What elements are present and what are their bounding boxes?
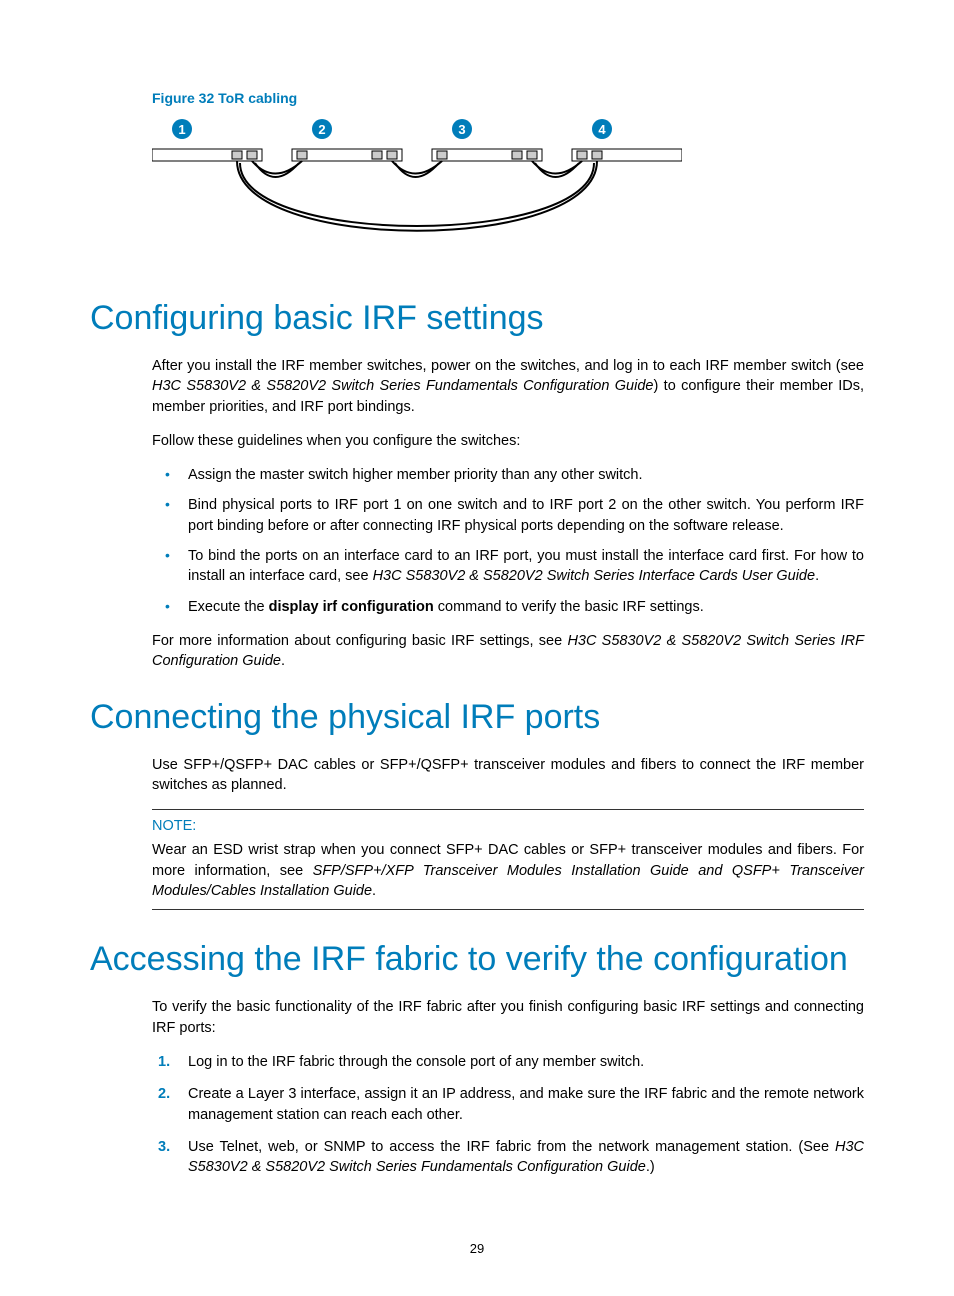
more-post: .	[281, 653, 285, 669]
list-item: Assign the master switch higher member p…	[152, 465, 864, 485]
step-text: Create a Layer 3 interface, assign it an…	[188, 1086, 864, 1122]
bullet-post: .	[815, 568, 819, 584]
list-item: Log in to the IRF fabric through the con…	[152, 1052, 864, 1072]
figure-caption: Figure 32 ToR cabling	[152, 90, 864, 106]
bullet-bold: display irf configuration	[269, 599, 434, 615]
note-text: Wear an ESD wrist strap when you connect…	[152, 840, 864, 901]
figure-tor-cabling: 1 2 3 4	[152, 114, 864, 239]
intro-paragraph: After you install the IRF member switche…	[152, 356, 864, 417]
list-item: Execute the display irf configuration co…	[152, 597, 864, 617]
step-post: .)	[646, 1159, 655, 1175]
note-post: .	[372, 883, 376, 899]
badge-4-icon: 4	[592, 119, 612, 139]
bullet-post: command to verify the basic IRF settings…	[434, 599, 704, 615]
badge-1-icon: 1	[172, 119, 192, 139]
heading-connecting-physical-irf-ports: Connecting the physical IRF ports	[90, 698, 864, 737]
use-paragraph: Use SFP+/QSFP+ DAC cables or SFP+/QSFP+ …	[152, 755, 864, 796]
guideline-list: Assign the master switch higher member p…	[152, 465, 864, 617]
note-label: NOTE:	[152, 816, 864, 836]
list-item: To bind the ports on an interface card t…	[152, 546, 864, 587]
badge-2-icon: 2	[312, 119, 332, 139]
follow-paragraph: Follow these guidelines when you configu…	[152, 431, 864, 451]
bullet-italic: H3C S5830V2 & S5820V2 Switch Series Inte…	[373, 568, 815, 584]
bullet-text: Bind physical ports to IRF port 1 on one…	[188, 497, 864, 533]
verify-steps: Log in to the IRF fabric through the con…	[152, 1052, 864, 1177]
list-item: Create a Layer 3 interface, assign it an…	[152, 1084, 864, 1125]
list-item: Bind physical ports to IRF port 1 on one…	[152, 495, 864, 536]
step-text: Use Telnet, web, or SNMP to access the I…	[188, 1139, 835, 1155]
step-text: Log in to the IRF fabric through the con…	[188, 1054, 644, 1070]
heading-configuring-basic-irf: Configuring basic IRF settings	[90, 299, 864, 338]
svg-text:4: 4	[598, 122, 606, 137]
verify-paragraph: To verify the basic functionality of the…	[152, 997, 864, 1038]
intro-italic: H3C S5830V2 & S5820V2 Switch Series Fund…	[152, 378, 653, 394]
heading-accessing-irf-fabric: Accessing the IRF fabric to verify the c…	[90, 940, 864, 979]
note-box: NOTE: Wear an ESD wrist strap when you c…	[152, 809, 864, 910]
list-item: Use Telnet, web, or SNMP to access the I…	[152, 1137, 864, 1178]
badge-3-icon: 3	[452, 119, 472, 139]
bullet-text: Execute the	[188, 599, 269, 615]
intro-pre: After you install the IRF member switche…	[152, 358, 864, 374]
svg-text:3: 3	[458, 122, 465, 137]
bullet-text: Assign the master switch higher member p…	[188, 467, 643, 483]
more-pre: For more information about configuring b…	[152, 633, 567, 649]
svg-text:2: 2	[318, 122, 325, 137]
more-info-paragraph: For more information about configuring b…	[152, 631, 864, 672]
svg-text:1: 1	[178, 122, 185, 137]
page-number: 29	[0, 1241, 954, 1256]
